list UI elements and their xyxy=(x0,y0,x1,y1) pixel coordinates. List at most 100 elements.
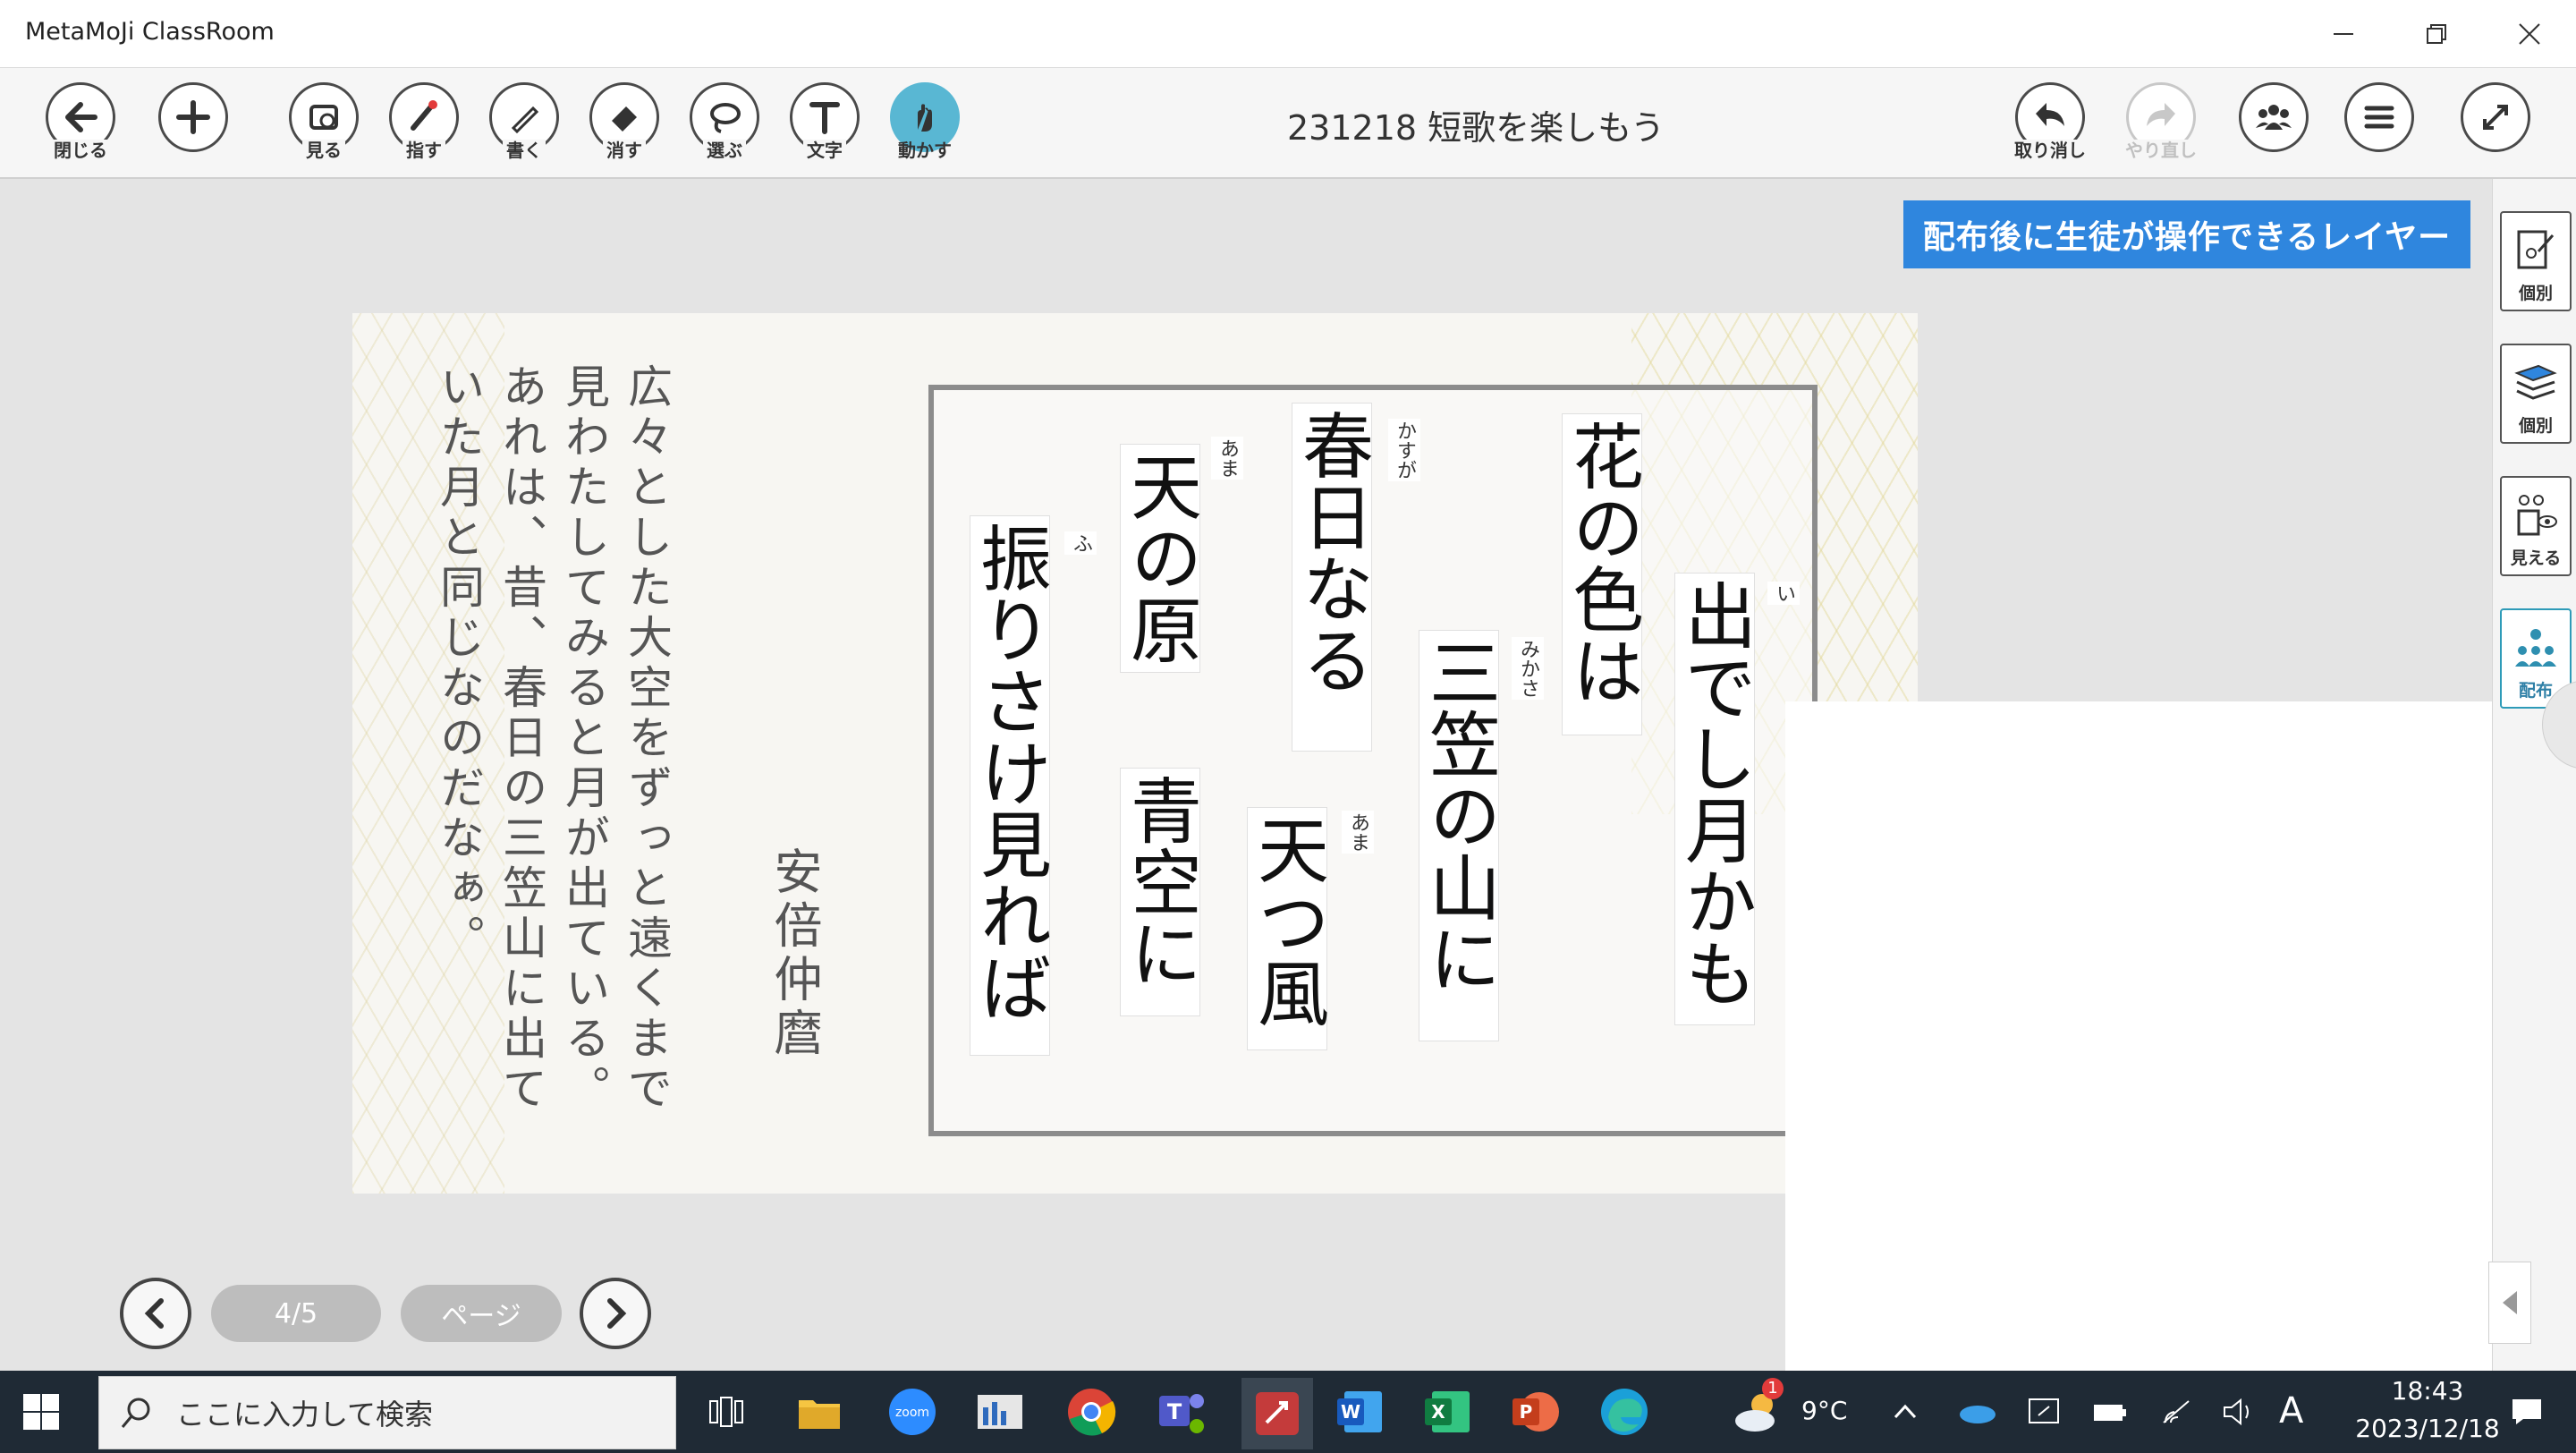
restore-button[interactable] xyxy=(2392,0,2481,68)
minimize-icon xyxy=(2334,33,2353,35)
redo-label: やり直し xyxy=(2122,140,2200,161)
explanation-line-4: いた月と同じなのだなぁ。 xyxy=(433,363,485,964)
excel-icon[interactable]: X xyxy=(1419,1383,1476,1440)
erase-tool-button[interactable]: 消す xyxy=(583,82,665,161)
close-icon xyxy=(2519,23,2540,45)
svg-text:zoom: zoom xyxy=(895,1406,929,1420)
point-tool-button[interactable]: 指す xyxy=(383,82,465,161)
individual-edit-label: 個別 xyxy=(2518,284,2553,303)
volume-icon[interactable] xyxy=(2216,1383,2261,1440)
tanka-card-4[interactable]: 天つ風 xyxy=(1246,807,1329,1050)
prev-page-button[interactable] xyxy=(120,1278,191,1349)
select-tool-button[interactable]: 選ぶ xyxy=(683,82,766,161)
add-button[interactable] xyxy=(152,82,234,152)
view-icon xyxy=(309,105,338,130)
search-icon xyxy=(121,1398,150,1428)
tanka-card-5[interactable]: 春日なる xyxy=(1291,403,1374,752)
powerpoint-icon[interactable]: P xyxy=(1506,1383,1563,1440)
windows-start-icon[interactable] xyxy=(21,1392,61,1432)
tray-device-icon[interactable] xyxy=(2021,1383,2066,1440)
visible-button[interactable]: 見える xyxy=(2500,476,2572,576)
taskbar-search-box[interactable]: ここに入力して検索 xyxy=(98,1376,676,1449)
explanation-line-1: 広々とした大空をずっと遠くまで xyxy=(621,363,673,1115)
svg-text:W: W xyxy=(1341,1401,1360,1423)
group-button[interactable] xyxy=(2233,82,2315,152)
battery-icon[interactable] xyxy=(2088,1383,2132,1440)
move-tool-button[interactable]: 動かす xyxy=(884,82,966,161)
expand-icon xyxy=(2483,105,2508,130)
file-explorer-icon[interactable] xyxy=(791,1383,848,1440)
tray-chevron-up-icon[interactable] xyxy=(1885,1383,1925,1440)
undo-button[interactable]: 取り消し xyxy=(2009,82,2091,161)
write-tool-label: 書く xyxy=(503,140,546,161)
individual-layer-button[interactable]: 個別 xyxy=(2500,344,2572,444)
undo-label: 取り消し xyxy=(2011,140,2089,161)
onedrive-icon[interactable] xyxy=(1955,1383,2000,1440)
undo-icon xyxy=(2036,103,2064,126)
chevron-right-icon xyxy=(607,1298,627,1329)
pen-icon xyxy=(511,106,539,134)
app-title: MetaMoJi ClassRoom xyxy=(25,18,275,46)
tanka-card-3[interactable]: 花の色は xyxy=(1561,413,1644,735)
laser-pointer-icon xyxy=(411,100,437,131)
text-t-icon xyxy=(809,102,840,134)
meter-app-icon[interactable] xyxy=(971,1383,1029,1440)
close-doc-button[interactable]: 閉じる xyxy=(39,82,122,161)
lasso-icon xyxy=(710,103,741,133)
tanka-card-8[interactable]: 振りさけ見れば xyxy=(969,515,1052,1056)
visible-label: 見える xyxy=(2510,548,2562,568)
tanka-page[interactable]: 広々とした大空をずっと遠くまで 見わたしてみると月が出ている。 あれは、昔、春日… xyxy=(352,313,1918,1194)
tanka-card-1[interactable]: 出でし月かも xyxy=(1674,573,1757,1025)
metamoji-taskbar-icon[interactable] xyxy=(1241,1378,1313,1449)
tanka-card-6[interactable]: 青空に xyxy=(1119,768,1202,1016)
edge-icon[interactable] xyxy=(1596,1383,1653,1440)
main-toolbar: 閉じる 見る 指す 書く 消す 選ぶ 文字 動かす 231218 短歌を楽しもう… xyxy=(0,68,2576,179)
view-tool-label: 見る xyxy=(302,140,345,161)
word-icon[interactable]: W xyxy=(1331,1383,1388,1440)
group-icon xyxy=(2256,105,2292,130)
clock-date[interactable]: 2023/12/18 xyxy=(2320,1414,2535,1443)
teams-icon[interactable]: T xyxy=(1154,1383,1211,1440)
explanation-line-2: 見わたしてみると月が出ている。 xyxy=(558,363,610,1115)
chrome-icon[interactable] xyxy=(1063,1383,1120,1440)
next-page-button[interactable] xyxy=(580,1278,651,1349)
hand-move-icon xyxy=(918,104,932,132)
text-tool-label: 文字 xyxy=(803,140,846,161)
wifi-icon[interactable] xyxy=(2154,1383,2199,1440)
tanka-card-2[interactable]: 三笠の山に xyxy=(1418,630,1501,1041)
ruby-fu: ふ xyxy=(1064,531,1097,555)
ruby-mikasa: みかさ xyxy=(1512,637,1544,700)
chevron-left-icon xyxy=(144,1298,164,1329)
close-window-button[interactable] xyxy=(2485,0,2574,68)
menu-button[interactable] xyxy=(2338,82,2420,152)
select-tool-label: 選ぶ xyxy=(703,140,746,161)
redo-button[interactable]: やり直し xyxy=(2120,82,2202,161)
ruby-ama-1: あま xyxy=(1211,437,1243,480)
zoom-app-icon[interactable]: zoom xyxy=(884,1383,941,1440)
panel-collapse-tab[interactable] xyxy=(2488,1262,2531,1344)
clock-time[interactable]: 18:43 xyxy=(2365,1376,2490,1406)
tanka-card-7[interactable]: 天の原 xyxy=(1119,444,1202,673)
explanation-text: 広々とした大空をずっと遠くまで 見わたしてみると月が出ている。 あれは、昔、春日… xyxy=(428,363,678,1168)
fullscreen-button[interactable] xyxy=(2454,82,2537,152)
page-menu-button[interactable]: ページ xyxy=(401,1285,562,1342)
restore-icon xyxy=(2427,24,2446,44)
individual-edit-button[interactable]: 個別 xyxy=(2500,211,2572,311)
view-tool-button[interactable]: 見る xyxy=(283,82,365,161)
layer-banner: 配布後に生徒が操作できるレイヤー xyxy=(1903,200,2470,268)
document-title: 231218 短歌を楽しもう xyxy=(1286,108,1665,148)
svg-text:P: P xyxy=(1520,1401,1533,1423)
write-tool-button[interactable]: 書く xyxy=(483,82,565,161)
text-tool-button[interactable]: 文字 xyxy=(784,82,866,161)
hamburger-menu-icon xyxy=(2364,106,2394,129)
minimize-button[interactable] xyxy=(2299,0,2388,68)
back-arrow-icon xyxy=(65,102,97,132)
task-view-icon[interactable] xyxy=(698,1383,755,1440)
svg-text:T: T xyxy=(1167,1399,1182,1424)
ruby-ama-2: あま xyxy=(1342,811,1374,854)
notification-icon[interactable] xyxy=(2504,1383,2549,1440)
ime-indicator[interactable]: A xyxy=(2279,1390,2303,1432)
distribute-people-icon xyxy=(2515,629,2556,667)
windows-taskbar: ここに入力して検索 zoom T W X P 1 9°C A 18:43 202… xyxy=(0,1371,2576,1453)
triangle-left-icon xyxy=(2503,1291,2517,1314)
